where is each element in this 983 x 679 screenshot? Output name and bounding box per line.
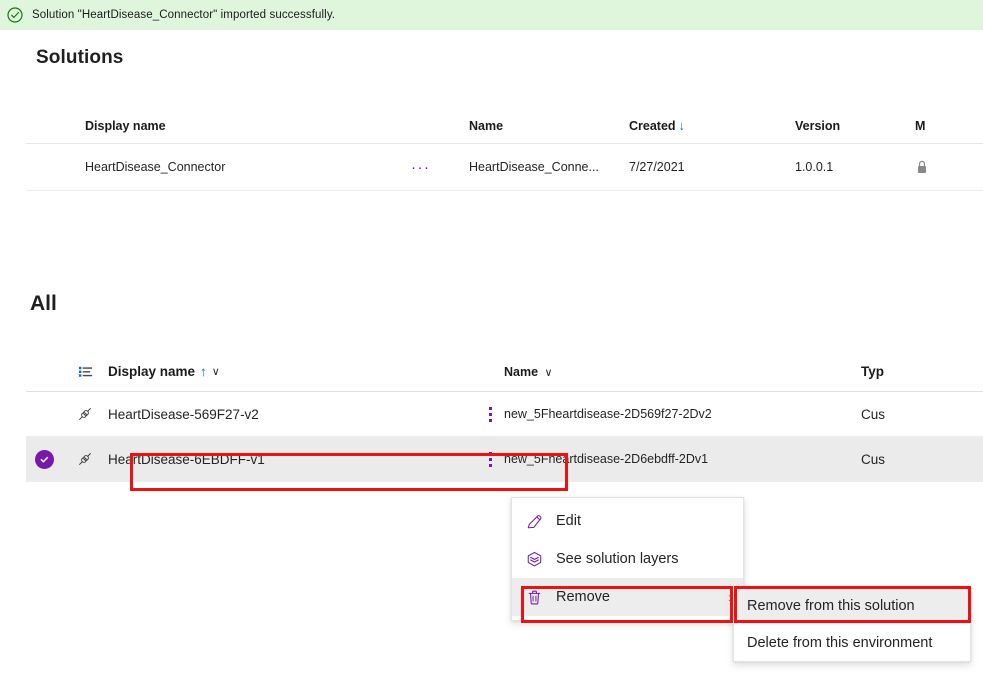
connector-icon [62, 406, 108, 422]
component-display-name-cell[interactable]: HeartDisease-6EBDFF-v1 [108, 451, 504, 467]
column-header-name[interactable]: Name ∨ [504, 365, 861, 379]
context-menu: Edit See solution layers Remove › [511, 497, 744, 621]
context-menu-item-edit[interactable]: Edit [512, 502, 743, 540]
solutions-table-header: Display name Name Created ↓ Version M [26, 108, 983, 144]
column-header-display-name[interactable]: Display name ↑ ∨ [108, 364, 504, 379]
column-header-display-name-label: Display name [108, 364, 196, 379]
component-display-name: HeartDisease-569F27-v2 [108, 406, 259, 422]
solutions-table: Display name Name Created ↓ Version M Hea… [26, 108, 983, 191]
banner-message: Solution "HeartDisease_Connector" import… [32, 9, 336, 21]
component-name: new_5Fheartdisease-2D569f27-2Dv2 [504, 407, 712, 421]
column-header-type[interactable]: Typ [861, 364, 983, 379]
list-view-icon[interactable] [62, 364, 108, 379]
solution-managed-cell [915, 159, 975, 175]
table-row[interactable]: HeartDisease-569F27-v2 new_5Fheartdiseas… [26, 392, 983, 437]
chevron-down-icon[interactable]: ∨ [542, 367, 553, 379]
sort-ascending-icon: ↑ [200, 364, 207, 379]
row-select-checkbox[interactable] [26, 449, 62, 469]
component-type: Cus [861, 406, 886, 422]
table-row[interactable]: HeartDisease_Connector ··· HeartDisease_… [26, 144, 983, 191]
solution-name: HeartDisease_Conne... [469, 160, 599, 174]
context-menu-item-label: See solution layers [556, 551, 679, 567]
component-display-name-cell[interactable]: HeartDisease-569F27-v2 [108, 406, 504, 422]
all-section-title: All [30, 292, 57, 315]
table-row[interactable]: HeartDisease-6EBDFF-v1 new_5Fheartdiseas… [26, 437, 983, 482]
column-header-display-name[interactable]: Display name [26, 119, 411, 133]
column-header-created[interactable]: Created ↓ [629, 119, 795, 133]
success-banner: Solution "HeartDisease_Connector" import… [0, 0, 983, 30]
all-table-header: Display name ↑ ∨ Name ∨ Typ [26, 352, 983, 392]
layers-icon [526, 551, 556, 568]
all-components-table: Display name ↑ ∨ Name ∨ Typ HeartDisease… [26, 352, 983, 482]
kebab-menu-icon[interactable] [476, 451, 504, 467]
sort-descending-icon: ↓ [678, 118, 685, 133]
column-header-name[interactable]: Name [469, 119, 629, 133]
column-header-created-label: Created [629, 118, 676, 133]
submenu-item-delete-from-this-environment[interactable]: Delete from this environment [734, 624, 970, 661]
check-circle-icon [7, 7, 23, 23]
column-header-name-label: Name [504, 364, 539, 379]
column-header-managed[interactable]: M [915, 119, 975, 133]
context-menu-item-label: Edit [556, 513, 581, 529]
solution-display-name[interactable]: HeartDisease_Connector [26, 160, 411, 174]
kebab-menu-icon[interactable] [476, 406, 504, 422]
context-menu-item-remove[interactable]: Remove › [512, 578, 743, 616]
solution-created-date: 7/27/2021 [629, 160, 685, 174]
app-root: Solution "HeartDisease_Connector" import… [0, 0, 983, 679]
pencil-icon [526, 513, 556, 530]
column-header-version[interactable]: Version [795, 119, 915, 133]
submenu-item-remove-from-this-solution[interactable]: Remove from this solution [734, 587, 970, 624]
component-type: Cus [861, 451, 886, 467]
component-display-name: HeartDisease-6EBDFF-v1 [108, 451, 265, 467]
context-menu-item-label: Remove [556, 589, 610, 605]
overflow-menu-icon[interactable]: ··· [411, 159, 469, 176]
selected-check-icon [34, 449, 54, 469]
chevron-down-icon[interactable]: ∨ [209, 365, 220, 378]
remove-submenu: Remove from this solution Delete from th… [733, 586, 971, 662]
component-name: new_5Fheartdisease-2D6ebdff-2Dv1 [504, 452, 709, 466]
solutions-page-title: Solutions [36, 47, 124, 68]
solution-version: 1.0.0.1 [795, 160, 834, 174]
trash-icon [526, 589, 556, 606]
context-menu-item-see-solution-layers[interactable]: See solution layers [512, 540, 743, 578]
managed-lock-icon [915, 159, 975, 175]
connector-icon [62, 451, 108, 467]
